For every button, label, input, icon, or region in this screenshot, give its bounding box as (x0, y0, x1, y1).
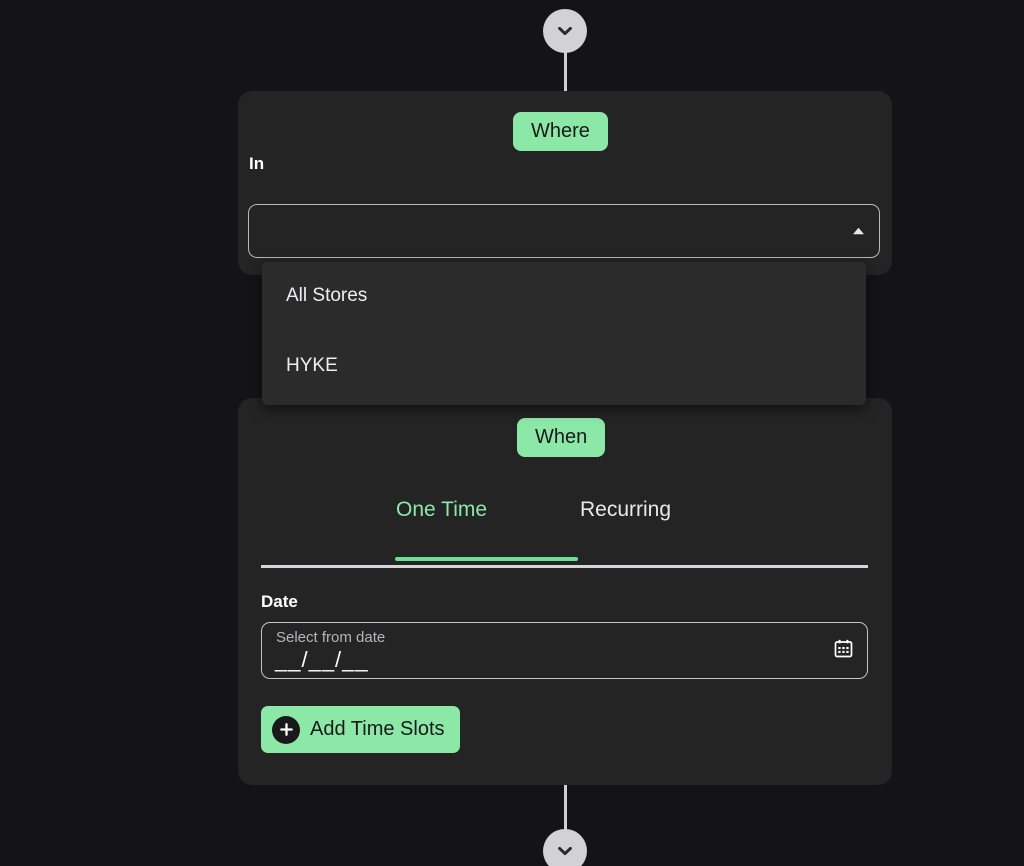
store-dropdown-menu[interactable]: All Stores HYKE (262, 262, 866, 405)
tab-recurring[interactable]: Recurring (580, 498, 671, 522)
tab-one-time[interactable]: One Time (396, 498, 487, 522)
when-card: When One Time Recurring Date Select from… (238, 398, 892, 785)
in-field-label: In (249, 154, 265, 173)
add-time-slots-label: Add Time Slots (310, 718, 445, 740)
flow-node-top[interactable] (543, 9, 587, 53)
date-input[interactable]: Select from date __/__/__ (261, 622, 868, 679)
chevron-up-icon (852, 222, 865, 240)
connector-line-bottom (564, 785, 567, 833)
plus-circle-icon (272, 715, 300, 744)
flow-node-bottom[interactable] (543, 829, 587, 866)
chevron-down-icon (558, 846, 572, 856)
add-time-slots-button[interactable]: Add Time Slots (261, 706, 460, 753)
date-field-label: Date (261, 592, 298, 611)
active-tab-underline (395, 557, 578, 561)
calendar-icon[interactable] (834, 639, 853, 663)
store-select[interactable] (248, 204, 880, 258)
where-card: Where In (238, 91, 892, 275)
when-badge: When (517, 418, 606, 457)
tabs-divider (261, 565, 868, 568)
chevron-down-icon (558, 26, 572, 36)
date-input-value: __/__/__ (275, 647, 369, 672)
when-tabs: One Time Recurring (261, 498, 868, 566)
date-input-caption: Select from date (276, 629, 386, 646)
dropdown-option-all-stores[interactable]: All Stores (286, 285, 367, 307)
dropdown-option-hyke[interactable]: HYKE (286, 355, 338, 377)
where-badge: Where (513, 112, 608, 151)
